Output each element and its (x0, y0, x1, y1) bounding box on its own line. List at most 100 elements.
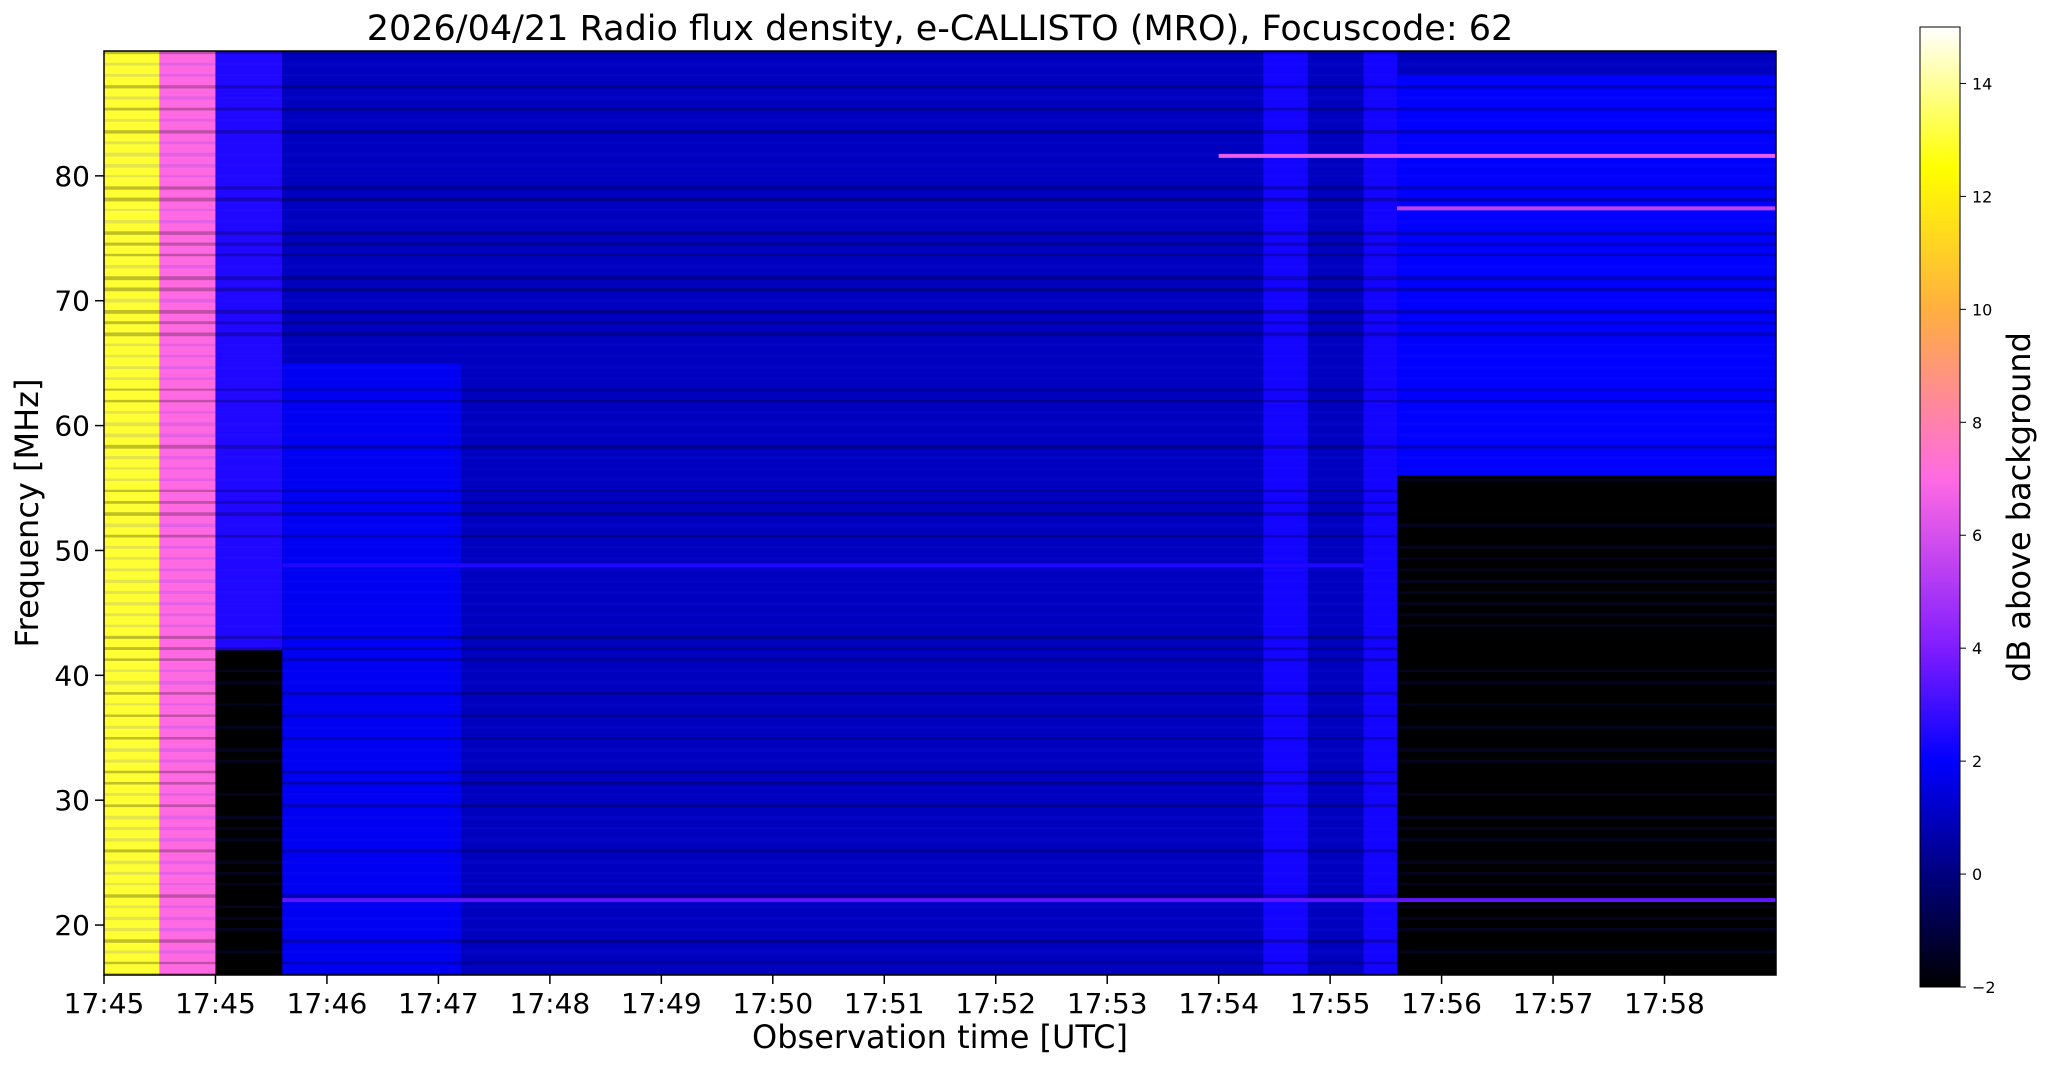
texture-stripe (104, 613, 1776, 617)
texture-stripe (104, 838, 1776, 842)
texture-stripe (104, 96, 1776, 100)
texture-stripe (104, 793, 1776, 796)
texture-stripe (104, 669, 1776, 672)
texture-stripe (104, 62, 1776, 66)
texture-stripe (104, 197, 1776, 202)
texture-stripe (104, 287, 1776, 292)
texture-stripe (104, 961, 1776, 965)
y-axis: 20 30 40 50 60 70 80 (54, 160, 104, 942)
texture-stripe (104, 354, 1776, 358)
texture-stripe (104, 624, 1776, 628)
texture-stripe (104, 343, 1776, 347)
colorbar-tick-label: 8 (1972, 413, 1982, 432)
texture-stripe (104, 130, 1776, 134)
texture-stripe (104, 433, 1776, 438)
texture-stripe (104, 602, 1776, 606)
y-tick-label: 20 (54, 909, 90, 942)
texture-stripe (104, 905, 1776, 909)
colorbar-tick-label: 2 (1972, 752, 1982, 771)
heatmap-region-3 (215, 650, 283, 975)
texture-stripe (104, 388, 1776, 391)
emission-line-1 (1397, 206, 1776, 211)
x-tick-label: 17:50 (732, 987, 813, 1020)
x-tick-label: 17:53 (1067, 987, 1148, 1020)
texture-stripe (104, 51, 1776, 55)
emission-line-2 (282, 898, 1776, 903)
x-tick-label: 17:56 (1401, 987, 1482, 1020)
texture-stripe (104, 332, 1776, 337)
texture-stripe (104, 444, 1776, 449)
heatmap-region-9 (1397, 75, 1776, 476)
texture-stripe (104, 175, 1776, 178)
y-tick-label: 30 (54, 784, 90, 817)
texture-stripe (104, 231, 1776, 235)
texture-stripe (104, 680, 1776, 685)
x-axis-label: Observation time [UTC] (752, 1018, 1128, 1056)
texture-stripe (104, 242, 1776, 246)
texture-stripe (104, 85, 1776, 89)
y-tick-label: 60 (54, 410, 90, 443)
texture-stripe (104, 298, 1776, 303)
texture-stripe (104, 557, 1776, 560)
x-tick-label: 17:45 (64, 987, 145, 1020)
texture-stripe (104, 692, 1776, 695)
texture-stripe (104, 253, 1776, 257)
texture-stripe (104, 422, 1776, 427)
texture-stripe (104, 276, 1776, 281)
texture-stripe (104, 883, 1776, 886)
colorbar-tick-label: 0 (1972, 865, 1982, 884)
texture-stripe (104, 568, 1776, 572)
texture-stripe (104, 118, 1776, 122)
texture-stripe (104, 265, 1776, 269)
texture-stripe (104, 399, 1776, 403)
texture-stripe (104, 411, 1776, 414)
colorbar-tick-label: 10 (1972, 300, 1992, 319)
texture-stripe (104, 73, 1776, 77)
colorbar-label: dB above background (2000, 332, 2038, 682)
texture-stripe (104, 748, 1776, 752)
y-tick-label: 70 (54, 285, 90, 318)
texture-stripe (104, 939, 1776, 943)
texture-stripe (104, 815, 1776, 820)
x-tick-label: 17:45 (175, 987, 256, 1020)
texture-stripe (104, 186, 1776, 190)
x-tick-label: 17:55 (1290, 987, 1371, 1020)
texture-stripe (104, 366, 1776, 370)
texture-stripe (104, 950, 1776, 954)
texture-stripe (104, 703, 1776, 706)
colorbar-axis: −2 0 2 4 6 8 10 12 14 (1960, 74, 1996, 997)
texture-stripe (104, 523, 1776, 528)
colorbar (1919, 26, 1961, 988)
spectrogram-figure: 2026/04/21 Radio flux density, e-CALLIST… (8, 9, 2038, 1056)
texture-stripe (104, 512, 1776, 516)
y-tick-label: 80 (54, 160, 90, 193)
texture-stripe (104, 579, 1776, 584)
texture-stripe (104, 377, 1776, 380)
texture-stripe (104, 658, 1776, 661)
texture-stripe (104, 220, 1776, 224)
x-tick-label: 17:49 (621, 987, 702, 1020)
texture-stripe (104, 478, 1776, 481)
texture-stripe (104, 545, 1776, 549)
x-tick-label: 17:54 (1178, 987, 1259, 1020)
texture-stripe (104, 107, 1776, 111)
texture-stripe (104, 894, 1776, 898)
texture-stripe (104, 804, 1776, 808)
x-tick-label: 17:48 (510, 987, 591, 1020)
y-axis-label: Frequency [MHz] (8, 379, 46, 648)
texture-stripe (104, 501, 1776, 504)
texture-stripe (104, 163, 1776, 168)
texture-stripe (104, 321, 1776, 325)
texture-stripe (104, 860, 1776, 865)
colorbar-tick-label: 14 (1972, 74, 1992, 93)
texture-stripe (104, 871, 1776, 875)
texture-stripe (104, 781, 1776, 785)
texture-stripe (104, 309, 1776, 314)
x-tick-label: 17:52 (955, 987, 1036, 1020)
colorbar-tick-label: 6 (1972, 526, 1982, 545)
texture-stripe (104, 849, 1776, 853)
texture-stripe (104, 456, 1776, 460)
x-axis: 17:45 17:45 17:46 17:47 17:48 17:49 17:50 17:51… (64, 975, 1705, 1020)
texture-stripe (104, 916, 1776, 921)
texture-stripe (104, 759, 1776, 763)
